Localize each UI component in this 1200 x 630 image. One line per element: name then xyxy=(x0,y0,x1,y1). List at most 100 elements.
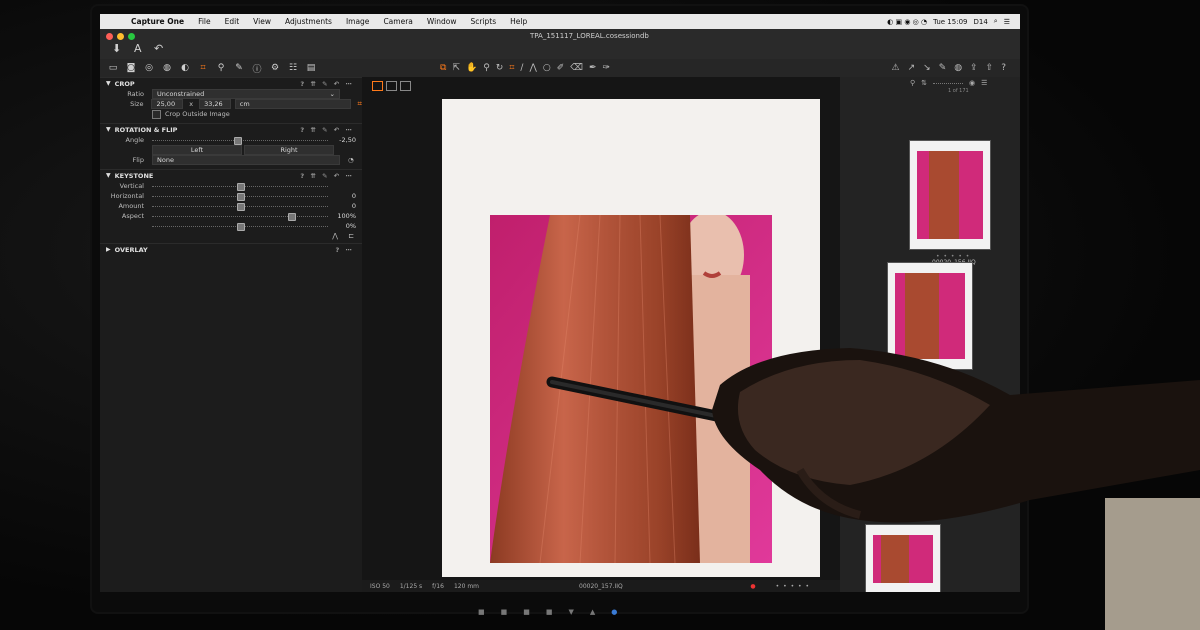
reset-icon[interactable]: ↶ xyxy=(154,42,163,55)
globe-icon[interactable]: ◍ xyxy=(954,63,962,73)
menu-window[interactable]: Window xyxy=(420,17,464,26)
collapse-icon[interactable]: ▼ xyxy=(106,126,111,133)
keystone-slider[interactable] xyxy=(152,212,328,221)
slider-handle[interactable] xyxy=(288,213,296,221)
list-view-icon[interactable]: ☰ xyxy=(981,79,987,87)
monitor-button[interactable]: ■ xyxy=(501,608,508,616)
section-tool-icons[interactable]: ? ⋯ xyxy=(335,246,354,254)
rotate-icon[interactable]: ↻ xyxy=(496,63,504,73)
rating-stars[interactable]: • • • • • xyxy=(776,583,810,590)
menu-view[interactable]: View xyxy=(246,17,278,26)
crop-outside-checkbox[interactable] xyxy=(152,109,161,119)
compare-view-icon[interactable] xyxy=(400,81,411,91)
monitor-button[interactable]: ■ xyxy=(546,608,553,616)
copy-adjustments-icon[interactable]: ↗ xyxy=(908,63,916,73)
monitor-button[interactable]: ■ xyxy=(478,608,485,616)
pan-icon[interactable]: ✋ xyxy=(466,63,477,73)
menu-adjustments[interactable]: Adjustments xyxy=(278,17,339,26)
angle-value[interactable]: -2,50 xyxy=(339,136,356,144)
straighten-icon[interactable]: ∕ xyxy=(520,63,523,73)
adjustments-tab-icon[interactable]: ▤ xyxy=(306,63,316,73)
export-icon[interactable]: ⇪ xyxy=(970,63,978,73)
thumbnail-2[interactable] xyxy=(888,263,972,369)
menu-edit[interactable]: Edit xyxy=(218,17,247,26)
collapse-icon[interactable]: ▼ xyxy=(106,172,111,179)
menu-scripts[interactable]: Scripts xyxy=(463,17,503,26)
lens-tab-icon[interactable]: ◎ xyxy=(144,63,154,73)
menu-file[interactable]: File xyxy=(191,17,218,26)
crop-tool-icon[interactable]: ⌗ xyxy=(509,63,514,73)
slider-handle[interactable] xyxy=(237,193,245,201)
crop-tab-icon[interactable]: ⌗ xyxy=(198,63,208,73)
keystone-value[interactable]: 0 xyxy=(352,202,356,210)
filter-icon[interactable]: ⚲ xyxy=(910,79,915,87)
menu-app-name[interactable]: Capture One xyxy=(124,17,191,26)
capture-tab-icon[interactable]: ◙ xyxy=(126,63,136,73)
status-icons[interactable]: ◐ ▣ ◉ ◎ ◔ xyxy=(887,18,927,26)
thumbnail-4[interactable] xyxy=(866,525,940,592)
photo-hair-model[interactable] xyxy=(490,215,772,563)
batch-tab-icon[interactable]: ☷ xyxy=(288,63,298,73)
monitor-button[interactable]: ■ xyxy=(523,608,530,616)
height-input[interactable]: 33,26 xyxy=(199,99,231,109)
search-icon[interactable]: ⌕ xyxy=(994,17,998,26)
keystone-value[interactable]: 0 xyxy=(352,192,356,200)
menu-help[interactable]: Help xyxy=(503,17,534,26)
keystone-horizontal-icon[interactable]: ⊏ xyxy=(348,232,354,240)
angle-slider[interactable] xyxy=(152,136,328,145)
warning-icon[interactable]: ⚠ xyxy=(892,63,900,73)
keystone-slider[interactable] xyxy=(152,222,328,231)
apply-adjustments-icon[interactable]: ↘ xyxy=(923,63,931,73)
import-icon[interactable]: ⬇ xyxy=(112,42,121,55)
annotate-icon[interactable]: ✑ xyxy=(603,63,611,73)
monitor-button[interactable]: ▲ xyxy=(590,608,595,616)
monitor-button[interactable]: ▼ xyxy=(569,608,574,616)
section-tool-icons[interactable]: ? ⇈ ✎ ↶ ⋯ xyxy=(300,126,354,134)
ratio-select[interactable]: Unconstrained ⌄ xyxy=(152,89,340,99)
collapse-icon[interactable]: ▼ xyxy=(106,80,111,87)
slider-handle[interactable] xyxy=(237,203,245,211)
close-window-button[interactable] xyxy=(106,33,113,40)
sort-icon[interactable]: ⇅ xyxy=(921,79,927,87)
menu-image[interactable]: Image xyxy=(339,17,377,26)
keystone-slider[interactable] xyxy=(152,202,328,211)
unit-select[interactable]: cm xyxy=(234,99,352,109)
keystone-section-header[interactable]: ▼ KEYSTONE ? ⇈ ✎ ↶ ⋯ xyxy=(100,169,362,181)
details-tab-icon[interactable]: ⚲ xyxy=(216,63,226,73)
metadata-tab-icon[interactable]: ⓘ xyxy=(252,62,262,75)
slider-handle[interactable] xyxy=(237,183,245,191)
rotate-right-button[interactable]: Right xyxy=(244,145,334,155)
section-tool-icons[interactable]: ? ⇈ ✎ ↶ ⋯ xyxy=(300,80,354,88)
slider-handle[interactable] xyxy=(234,137,242,145)
exposure-tab-icon[interactable]: ◐ xyxy=(180,63,190,73)
keystone-icon[interactable]: ⋀ xyxy=(529,63,536,73)
eye-icon[interactable]: ◉ xyxy=(969,79,975,87)
local-adjust-tab-icon[interactable]: ✎ xyxy=(234,63,244,73)
keystone-value[interactable]: 0% xyxy=(346,222,356,230)
brush-icon[interactable]: ✐ xyxy=(557,63,565,73)
image-viewer[interactable]: ISO 50 1/125 s f/16 120 mm 00020_157.IIQ… xyxy=(362,77,840,592)
width-input[interactable]: 25,00 xyxy=(151,99,184,109)
browser-slider[interactable] xyxy=(933,83,964,87)
rotate-left-button[interactable]: Left xyxy=(152,145,242,155)
eraser-icon[interactable]: ⌫ xyxy=(570,63,583,73)
keystone-value[interactable]: 100% xyxy=(337,212,356,220)
crop-section-header[interactable]: ▼ CROP ? ⇈ ✎ ↶ ⋯ xyxy=(100,77,362,89)
zoom-icon[interactable]: ⚲ xyxy=(483,63,490,73)
view-mode-icon[interactable]: ⧉ xyxy=(440,63,446,73)
image-canvas[interactable] xyxy=(442,99,820,577)
color-tag-icon[interactable]: ● xyxy=(750,583,755,590)
share-icon[interactable]: ⇧ xyxy=(986,63,994,73)
help-icon[interactable]: ? xyxy=(1001,63,1006,73)
grid-view-icon[interactable] xyxy=(372,81,383,91)
slider-handle[interactable] xyxy=(237,223,245,231)
library-tab-icon[interactable]: ▭ xyxy=(108,63,118,73)
edit-icon[interactable]: ✎ xyxy=(939,63,947,73)
keystone-slider[interactable] xyxy=(152,192,328,201)
spot-icon[interactable]: ○ xyxy=(543,63,551,73)
expand-icon[interactable]: ▶ xyxy=(106,246,111,253)
keystone-slider[interactable] xyxy=(152,182,328,191)
power-button-icon[interactable]: ● xyxy=(611,608,617,616)
clock[interactable]: Tue 15:09 xyxy=(933,18,967,26)
single-view-icon[interactable] xyxy=(386,81,397,91)
